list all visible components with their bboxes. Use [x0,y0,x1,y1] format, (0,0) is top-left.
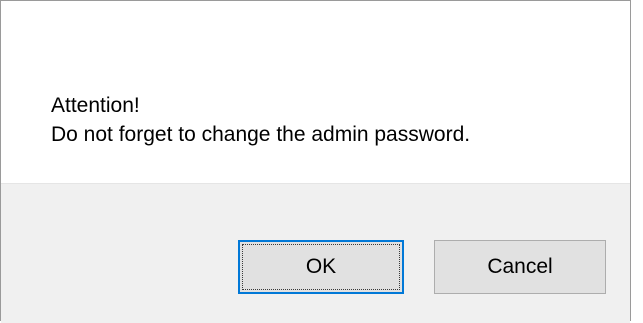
dialog-content: Attention! Do not forget to change the a… [1,1,630,183]
message-title: Attention! [51,94,140,117]
message-dialog: Attention! Do not forget to change the a… [0,0,631,323]
ok-button[interactable]: OK [238,240,404,294]
cancel-button-label: Cancel [487,255,553,278]
dialog-message: Attention! Do not forget to change the a… [51,91,470,149]
message-body: Do not forget to change the admin passwo… [51,123,471,146]
cancel-button[interactable]: Cancel [434,240,606,294]
dialog-button-bar: OK Cancel [1,183,630,323]
ok-button-label: OK [305,255,337,278]
